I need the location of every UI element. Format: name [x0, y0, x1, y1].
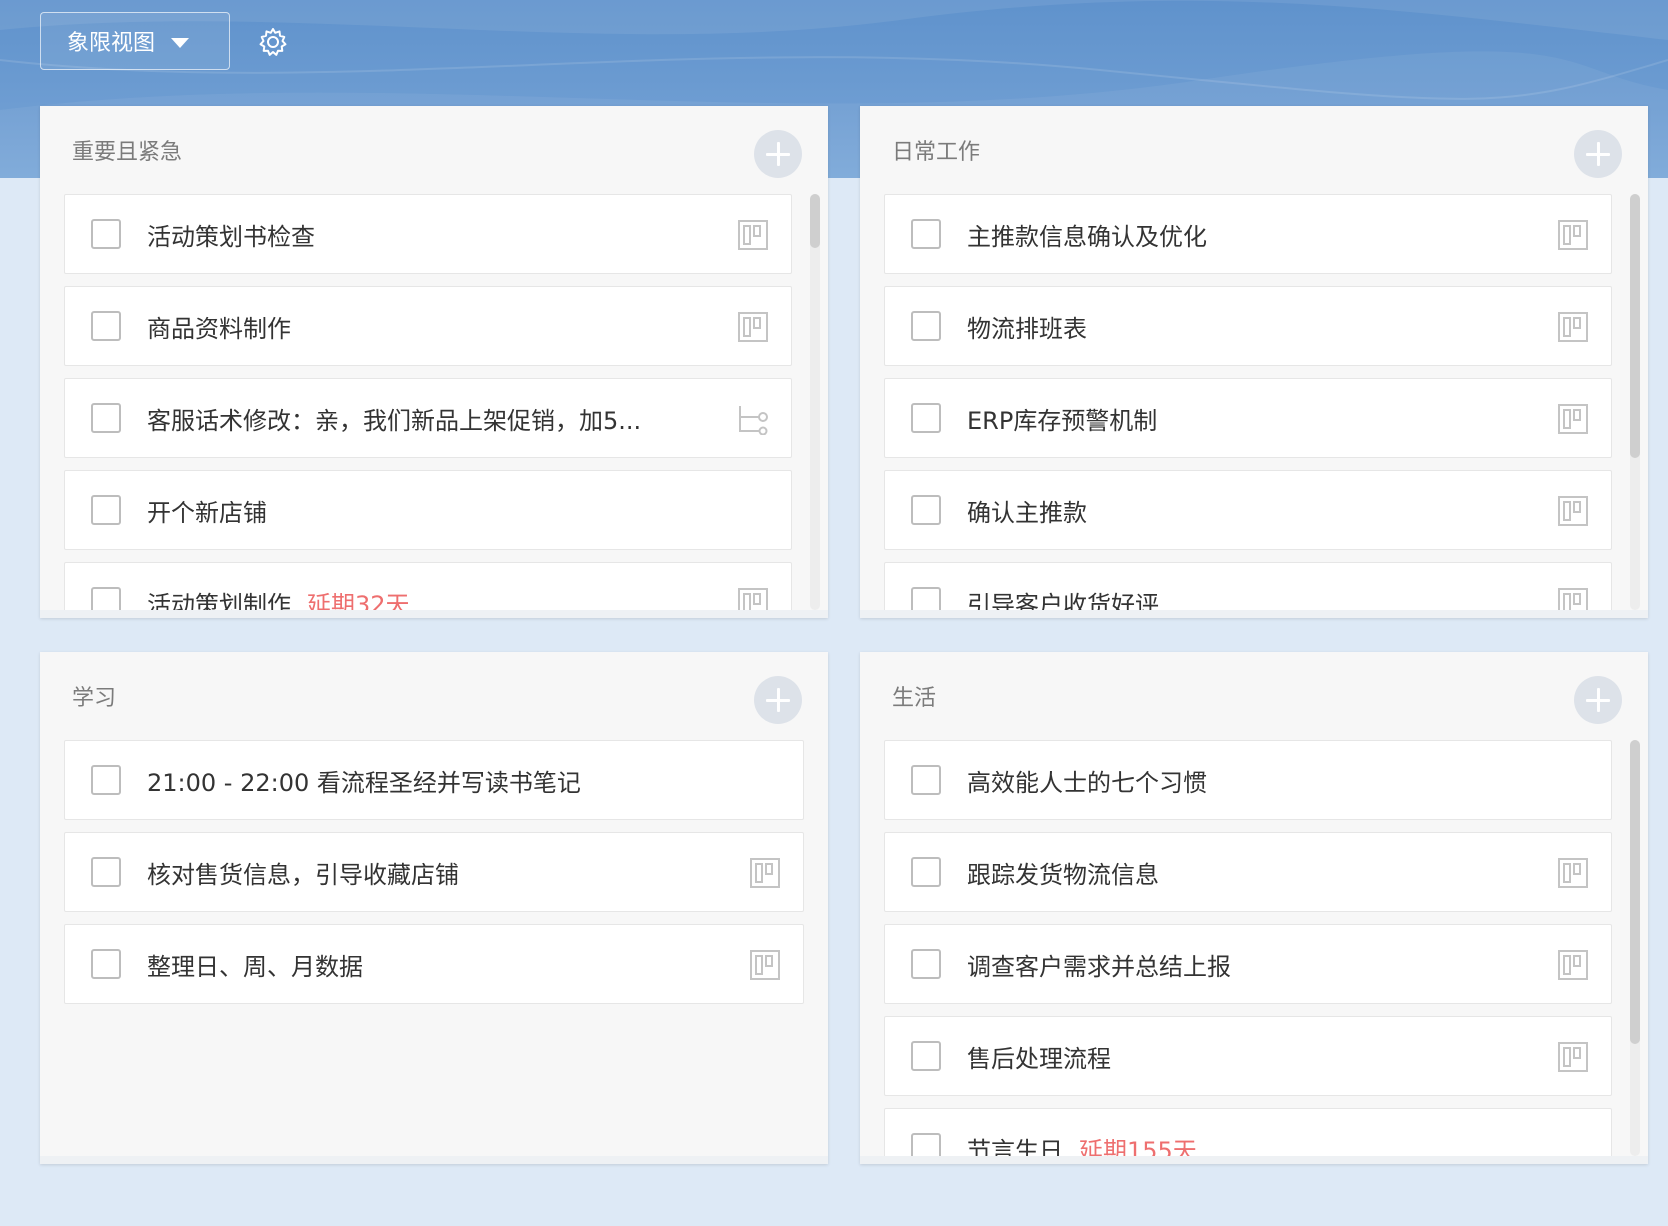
task-row[interactable]: 整理日、周、月数据 — [64, 924, 804, 1004]
task-row[interactable]: 节言生日 延期155天 — [884, 1108, 1612, 1156]
quadrant-study: 学习 21:00 - 22:00 看流程圣经并写读书笔记 核对售货信息，引导收藏… — [40, 652, 828, 1164]
task-checkbox[interactable] — [91, 765, 121, 795]
task-checkbox[interactable] — [911, 857, 941, 887]
task-title: 高效能人士的七个习惯 — [967, 768, 1207, 797]
task-row[interactable]: 物流排班表 — [884, 286, 1612, 366]
task-title: 开个新店铺 — [147, 498, 267, 527]
task-list: 高效能人士的七个习惯 跟踪发货物流信息 调查客户需求并总结上报 售后处理流程 节… — [884, 740, 1634, 1156]
task-row[interactable]: 活动策划书检查 — [64, 194, 792, 274]
task-checkbox[interactable] — [91, 495, 121, 525]
task-checkbox[interactable] — [911, 219, 941, 249]
kanban-icon[interactable] — [737, 587, 769, 610]
quadrant-daily-work: 日常工作 主推款信息确认及优化 物流排班表 ERP库存预警机制 确认主推款 引导… — [860, 106, 1648, 618]
scrollbar[interactable] — [1630, 194, 1640, 610]
task-title: ERP库存预警机制 — [967, 406, 1158, 435]
quadrant-life: 生活 高效能人士的七个习惯 跟踪发货物流信息 调查客户需求并总结上报 售后处理流… — [860, 652, 1648, 1164]
quadrant-title: 日常工作 — [892, 140, 981, 165]
task-checkbox[interactable] — [91, 857, 121, 887]
task-row[interactable]: 售后处理流程 — [884, 1016, 1612, 1096]
task-title: 引导客户收货好评 — [967, 590, 1159, 611]
kanban-icon[interactable] — [1557, 1041, 1589, 1073]
task-row[interactable]: 21:00 - 22:00 看流程圣经并写读书笔记 — [64, 740, 804, 820]
scrollbar-thumb[interactable] — [810, 194, 820, 248]
task-row[interactable]: 客服话术修改：亲，我们新品上架促销，加5... — [64, 378, 792, 458]
task-row[interactable]: 商品资料制作 — [64, 286, 792, 366]
kanban-icon[interactable] — [1557, 311, 1589, 343]
task-checkbox[interactable] — [911, 765, 941, 795]
task-checkbox[interactable] — [91, 587, 121, 610]
overdue-label: 延期155天 — [1079, 1136, 1197, 1157]
scrollbar-thumb[interactable] — [1630, 740, 1640, 1044]
overdue-label: 延期32天 — [307, 590, 410, 611]
task-title: 售后处理流程 — [967, 1044, 1111, 1073]
task-checkbox[interactable] — [911, 495, 941, 525]
task-title: 活动策划制作 — [147, 590, 291, 611]
caret-down-icon — [171, 37, 190, 48]
gear-icon[interactable] — [257, 26, 289, 58]
task-title: 主推款信息确认及优化 — [967, 222, 1207, 251]
task-title: 客服话术修改：亲，我们新品上架促销，加5... — [147, 406, 642, 435]
task-row[interactable]: 跟踪发货物流信息 — [884, 832, 1612, 912]
quadrant-title: 重要且紧急 — [72, 140, 183, 165]
task-row[interactable]: 核对售货信息，引导收藏店铺 — [64, 832, 804, 912]
task-checkbox[interactable] — [91, 219, 121, 249]
task-row[interactable]: 高效能人士的七个习惯 — [884, 740, 1612, 820]
task-title: 节言生日 — [967, 1136, 1063, 1157]
task-checkbox[interactable] — [911, 587, 941, 610]
quadrant-important-urgent: 重要且紧急 活动策划书检查 商品资料制作 客服话术修改：亲，我们新品上架促销，加… — [40, 106, 828, 618]
quadrant-title: 学习 — [72, 686, 117, 711]
task-row[interactable]: 主推款信息确认及优化 — [884, 194, 1612, 274]
kanban-icon[interactable] — [1557, 949, 1589, 981]
add-task-button[interactable] — [1574, 130, 1622, 178]
task-title: 活动策划书检查 — [147, 222, 315, 251]
task-checkbox[interactable] — [911, 1133, 941, 1156]
quadrant-title: 生活 — [892, 686, 937, 711]
kanban-icon[interactable] — [1557, 495, 1589, 527]
task-row[interactable]: 活动策划制作 延期32天 — [64, 562, 792, 610]
task-checkbox[interactable] — [91, 311, 121, 341]
task-list: 活动策划书检查 商品资料制作 客服话术修改：亲，我们新品上架促销，加5... 开… — [64, 194, 814, 610]
add-task-button[interactable] — [754, 130, 802, 178]
kanban-icon[interactable] — [1557, 587, 1589, 610]
task-list: 主推款信息确认及优化 物流排班表 ERP库存预警机制 确认主推款 引导客户收货好 — [884, 194, 1634, 610]
task-row[interactable]: 开个新店铺 — [64, 470, 792, 550]
add-task-button[interactable] — [1574, 676, 1622, 724]
kanban-icon[interactable] — [737, 219, 769, 251]
view-mode-dropdown[interactable]: 象限视图 — [40, 12, 230, 70]
kanban-icon[interactable] — [1557, 219, 1589, 251]
subtask-icon[interactable] — [737, 403, 769, 435]
kanban-icon[interactable] — [1557, 857, 1589, 889]
kanban-icon[interactable] — [749, 857, 781, 889]
add-task-button[interactable] — [754, 676, 802, 724]
kanban-icon[interactable] — [749, 949, 781, 981]
task-title: 商品资料制作 — [147, 314, 291, 343]
task-title: 21:00 - 22:00 看流程圣经并写读书笔记 — [147, 768, 581, 797]
task-checkbox[interactable] — [91, 403, 121, 433]
task-title: 调查客户需求并总结上报 — [967, 952, 1231, 981]
task-list: 21:00 - 22:00 看流程圣经并写读书笔记 核对售货信息，引导收藏店铺 … — [64, 740, 804, 1156]
view-mode-label: 象限视图 — [67, 31, 156, 56]
task-checkbox[interactable] — [911, 949, 941, 979]
task-title: 跟踪发货物流信息 — [967, 860, 1159, 889]
task-title: 确认主推款 — [967, 498, 1087, 527]
task-title: 核对售货信息，引导收藏店铺 — [147, 860, 459, 889]
kanban-icon[interactable] — [1557, 403, 1589, 435]
task-checkbox[interactable] — [911, 1041, 941, 1071]
task-title: 整理日、周、月数据 — [147, 952, 363, 981]
task-title: 物流排班表 — [967, 314, 1087, 343]
kanban-icon[interactable] — [737, 311, 769, 343]
task-checkbox[interactable] — [91, 949, 121, 979]
task-row[interactable]: 确认主推款 — [884, 470, 1612, 550]
scrollbar[interactable] — [810, 194, 820, 610]
task-row[interactable]: 引导客户收货好评 — [884, 562, 1612, 610]
task-row[interactable]: 调查客户需求并总结上报 — [884, 924, 1612, 1004]
task-checkbox[interactable] — [911, 403, 941, 433]
task-row[interactable]: ERP库存预警机制 — [884, 378, 1612, 458]
task-checkbox[interactable] — [911, 311, 941, 341]
scrollbar-thumb[interactable] — [1630, 194, 1640, 458]
scrollbar[interactable] — [1630, 740, 1640, 1156]
